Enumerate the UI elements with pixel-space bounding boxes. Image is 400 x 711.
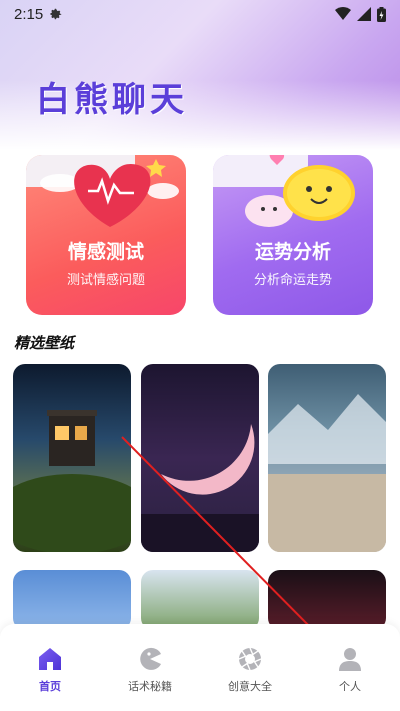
wallpaper-thumbnail[interactable]	[141, 570, 259, 630]
app-title: 白熊聊天	[36, 80, 188, 120]
emotion-test-subtitle: 测试情感问题	[66, 273, 145, 288]
wallpaper-thumbnail[interactable]	[268, 364, 386, 552]
home-icon	[39, 648, 61, 670]
featured-wallpapers-heading: 精选壁纸	[14, 334, 75, 352]
nav-home-label: 首页	[39, 680, 61, 693]
fortune-analysis-card[interactable]: 运势分析 分析命运走势	[213, 155, 373, 315]
fortune-analysis-subtitle: 分析命运走势	[253, 273, 332, 288]
snowy-town-image	[268, 394, 386, 552]
wallpaper-thumbnail[interactable]	[13, 364, 131, 552]
winged-heart-icon	[40, 159, 179, 227]
signal-icon	[357, 7, 371, 21]
nav-profile[interactable]: 个人	[300, 624, 400, 711]
wifi-icon	[335, 7, 351, 20]
nav-scripts[interactable]: 话术秘籍	[100, 624, 200, 711]
emotion-test-title: 情感测试	[67, 241, 144, 263]
nav-profile-label: 个人	[339, 680, 361, 693]
cabin-at-dusk-image	[13, 410, 131, 552]
person-icon	[339, 648, 361, 671]
nav-creative[interactable]: 创意大全	[200, 624, 300, 711]
nav-creative-label: 创意大全	[228, 680, 272, 693]
fortune-analysis-title: 运势分析	[254, 241, 331, 263]
nav-home[interactable]: 首页	[0, 624, 100, 711]
nav-scripts-label: 话术秘籍	[128, 680, 172, 693]
settings-gear-icon	[50, 8, 62, 20]
emotion-test-card[interactable]: 情感测试 测试情感问题	[26, 155, 186, 315]
status-bar: 2:15	[0, 0, 400, 28]
wallpaper-thumbnail[interactable]	[141, 364, 259, 552]
wallpaper-thumbnail[interactable]	[13, 570, 131, 630]
bottom-navigation: 首页 话术秘籍 创意大全 个人	[0, 624, 400, 711]
aperture-icon	[238, 647, 262, 671]
wallpaper-thumbnail[interactable]	[268, 570, 386, 630]
status-time: 2:15	[14, 5, 44, 23]
crescent-moon-image	[141, 424, 259, 552]
battery-icon	[377, 6, 386, 22]
pacman-icon	[140, 647, 161, 670]
chat-bubbles-icon	[245, 155, 355, 227]
